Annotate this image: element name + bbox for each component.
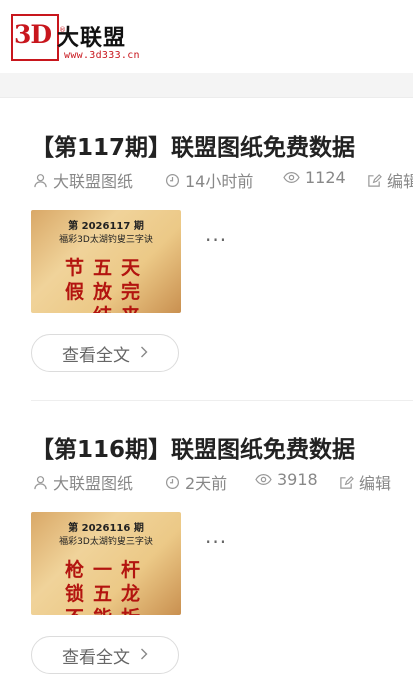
eye-icon — [255, 474, 272, 485]
eye-icon — [283, 172, 300, 183]
poem-line: 锁五龙 — [65, 583, 150, 605]
post-excerpt: ... — [205, 222, 228, 246]
edit-label: 编辑 — [387, 172, 413, 191]
logo-3d-text: 3D — [14, 20, 52, 49]
thumbnail-poem: 节五天 假放完 一结来 — [65, 256, 155, 313]
thumbnail-subtitle: 福彩3D太湖钓叟三字诀 — [59, 235, 153, 245]
time-meta: 2天前 — [165, 470, 227, 494]
clock-icon — [165, 475, 180, 489]
post-thumbnail[interactable]: 第 2026117 期 福彩3D太湖钓叟三字诀 节五天 假放完 一结来 — [31, 210, 181, 313]
poem-line: 假放完 — [65, 281, 150, 303]
chevron-right-icon — [140, 646, 148, 664]
thumbnail-issue: 第 2026116 期 — [68, 523, 144, 534]
edit-icon — [368, 173, 382, 187]
user-icon — [34, 173, 47, 187]
post-card: 【第117期】联盟图纸免费数据 大联盟图纸 14小时前 1124 编辑 第 20… — [0, 128, 413, 378]
author-name: 大联盟图纸 — [53, 172, 134, 191]
logo-url: www.3d333.cn — [64, 50, 140, 61]
post-time: 14小时前 — [185, 172, 254, 191]
read-more-label: 查看全文 — [62, 345, 130, 366]
poem-line: 不能折 — [65, 606, 155, 615]
post-card: 【第116期】联盟图纸免费数据 大联盟图纸 2天前 3918 编辑 第 2026… — [0, 430, 413, 674]
views-meta: 1124 — [283, 168, 346, 187]
post-time: 2天前 — [185, 474, 228, 493]
post-excerpt: ... — [205, 524, 228, 548]
views-meta: 3918 — [255, 470, 318, 489]
clock-icon — [165, 173, 180, 187]
thumbnail-issue: 第 2026117 期 — [68, 221, 144, 232]
author-meta[interactable]: 大联盟图纸 — [33, 470, 133, 494]
thumbnail-subtitle: 福彩3D太湖钓叟三字诀 — [59, 537, 153, 547]
edit-label: 编辑 — [359, 474, 392, 493]
post-thumbnail[interactable]: 第 2026116 期 福彩3D太湖钓叟三字诀 枪一杆 锁五龙 不能折 — [31, 512, 181, 615]
user-icon — [34, 475, 47, 489]
post-title[interactable]: 【第116期】联盟图纸免费数据 — [31, 430, 355, 464]
author-meta[interactable]: 大联盟图纸 — [33, 168, 133, 192]
edit-link[interactable]: 编辑 — [367, 168, 413, 192]
read-more-button[interactable]: 查看全文 — [31, 334, 179, 372]
post-divider — [31, 400, 413, 401]
poem-line: 一结来 — [65, 304, 155, 313]
view-count: 1124 — [305, 168, 346, 187]
poem-line: 枪一杆 — [65, 559, 150, 581]
logo-mark[interactable]: 3D ® — [11, 14, 66, 61]
read-more-label: 查看全文 — [62, 647, 130, 668]
post-title[interactable]: 【第117期】联盟图纸免费数据 — [31, 128, 355, 162]
site-header: 3D ® 大联盟 www.3d333.cn — [0, 0, 413, 73]
view-count: 3918 — [277, 470, 318, 489]
header-divider-band — [0, 73, 413, 98]
edit-link[interactable]: 编辑 — [339, 470, 391, 494]
read-more-button[interactable]: 查看全文 — [31, 636, 179, 674]
logo-name[interactable]: 大联盟 — [57, 20, 126, 52]
thumbnail-poem: 枪一杆 锁五龙 不能折 — [65, 558, 155, 615]
edit-icon — [340, 475, 354, 489]
author-name: 大联盟图纸 — [53, 474, 134, 493]
chevron-right-icon — [140, 344, 148, 362]
time-meta: 14小时前 — [165, 168, 253, 192]
poem-line: 节五天 — [65, 257, 150, 279]
